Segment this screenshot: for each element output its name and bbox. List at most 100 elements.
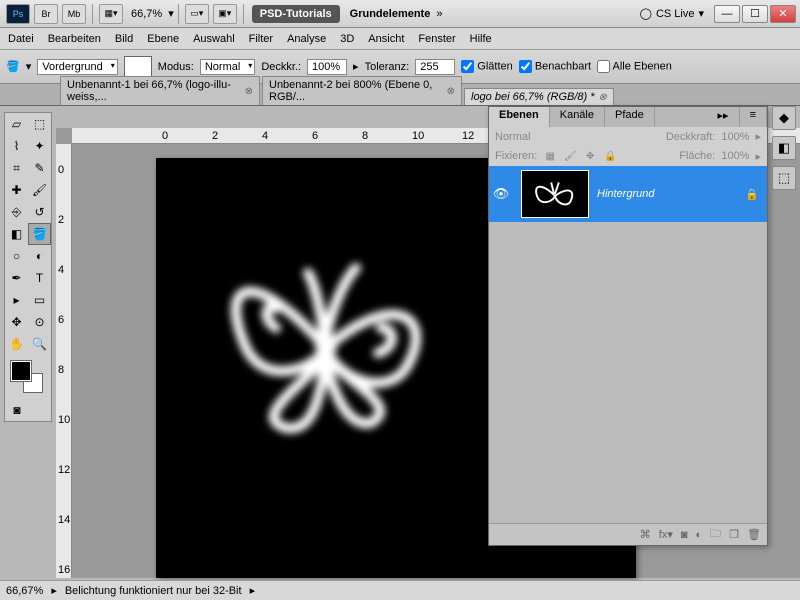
- pattern-swatch[interactable]: [124, 56, 152, 78]
- type-tool[interactable]: T: [28, 267, 51, 289]
- menu-hilfe[interactable]: Hilfe: [470, 33, 492, 45]
- menu-analyse[interactable]: Analyse: [287, 33, 326, 45]
- history-brush-tool[interactable]: ↺: [28, 201, 51, 223]
- lock-icon: 🔒: [745, 188, 759, 201]
- fill-label: Fläche:: [679, 150, 715, 162]
- tab-pfade[interactable]: Pfade: [605, 107, 655, 127]
- butterfly-artwork: [196, 218, 456, 458]
- panel-collapse-icon[interactable]: ▸▸: [708, 107, 740, 127]
- menu-fenster[interactable]: Fenster: [418, 33, 455, 45]
- adjustments-panel-icon[interactable]: ⬚: [772, 166, 796, 190]
- wand-tool[interactable]: ✦: [28, 135, 51, 157]
- heal-tool[interactable]: ✚: [5, 179, 28, 201]
- workspace2-button[interactable]: Grundelemente: [350, 8, 431, 20]
- contiguous-checkbox[interactable]: Benachbart: [519, 60, 591, 73]
- link-layers-icon[interactable]: ⌘: [640, 528, 651, 541]
- path-select-tool[interactable]: ▸: [5, 289, 28, 311]
- mode-dropdown[interactable]: Normal: [200, 59, 255, 75]
- move-tool[interactable]: ▱: [5, 113, 28, 135]
- 3d-camera-tool[interactable]: ⊙: [28, 311, 51, 333]
- new-layer-icon[interactable]: ❐: [729, 528, 739, 541]
- view-extras-icon[interactable]: ▦▾: [99, 4, 123, 24]
- menu-datei[interactable]: Datei: [8, 33, 34, 45]
- close-tab-icon[interactable]: ⊗: [245, 86, 253, 97]
- menu-bearbeiten[interactable]: Bearbeiten: [48, 33, 101, 45]
- menu-3d[interactable]: 3D: [340, 33, 354, 45]
- layer-fx-icon[interactable]: fx▾: [659, 528, 673, 541]
- menu-bild[interactable]: Bild: [115, 33, 133, 45]
- ps-icon[interactable]: Ps: [6, 4, 30, 24]
- close-tab-icon[interactable]: ⊗: [447, 86, 455, 97]
- layer-name[interactable]: Hintergrund: [597, 188, 745, 200]
- layers-panel: Ebenen Kanäle Pfade ▸▸ ≡ Normal Deckkraf…: [488, 106, 768, 546]
- shape-tool[interactable]: ▭: [28, 289, 51, 311]
- menu-filter[interactable]: Filter: [249, 33, 273, 45]
- zoom-tool[interactable]: 🔍: [28, 333, 51, 355]
- menu-ebene[interactable]: Ebene: [147, 33, 179, 45]
- layer-fill-input[interactable]: 100%: [721, 150, 749, 162]
- bucket-tool-icon[interactable]: 🪣: [6, 60, 20, 73]
- tolerance-input[interactable]: 255: [415, 59, 455, 75]
- 3d-tool[interactable]: ✥: [5, 311, 28, 333]
- menu-bar: Datei Bearbeiten Bild Ebene Auswahl Filt…: [0, 28, 800, 50]
- doc-tab-3[interactable]: logo bei 66,7% (RGB/8) *⊗: [464, 88, 614, 105]
- minimize-button[interactable]: —: [714, 5, 740, 23]
- lock-transparent-icon[interactable]: ▦: [543, 149, 557, 163]
- eraser-tool[interactable]: ◧: [5, 223, 28, 245]
- close-tab-icon[interactable]: ⊗: [599, 92, 607, 103]
- minibridge-icon[interactable]: Mb: [62, 4, 86, 24]
- brush-tool[interactable]: 🖌: [28, 179, 51, 201]
- more-workspaces-icon[interactable]: »: [436, 8, 442, 20]
- cslive-button[interactable]: ◯ CS Live ▾: [640, 7, 704, 20]
- pen-tool[interactable]: ✒: [5, 267, 28, 289]
- color-panel-icon[interactable]: ◆: [772, 106, 796, 130]
- maximize-button[interactable]: ☐: [742, 5, 768, 23]
- all-layers-checkbox[interactable]: Alle Ebenen: [597, 60, 672, 73]
- screenmode-icon[interactable]: ▣▾: [213, 4, 237, 24]
- workspace-button[interactable]: PSD-Tutorials: [252, 5, 340, 23]
- doc-tab-2[interactable]: Unbenannt-2 bei 800% (Ebene 0, RGB/...⊗: [262, 76, 462, 105]
- visibility-toggle-icon[interactable]: 👁: [489, 186, 513, 202]
- blend-mode-dropdown[interactable]: Normal: [495, 131, 660, 143]
- status-zoom[interactable]: 66,67%: [6, 585, 43, 597]
- bridge-icon[interactable]: Br: [34, 4, 58, 24]
- dodge-tool[interactable]: ◐: [28, 245, 51, 267]
- marquee-tool[interactable]: ⬚: [28, 113, 51, 135]
- document-tabs: Unbenannt-1 bei 66,7% (logo-illu-weiss,.…: [0, 84, 800, 106]
- delete-layer-icon[interactable]: 🗑: [747, 528, 761, 541]
- ruler-vertical[interactable]: 0246810121416: [56, 144, 72, 578]
- layer-opacity-input[interactable]: 100%: [721, 131, 749, 143]
- arrange-icon[interactable]: ▭▾: [185, 4, 209, 24]
- layer-thumbnail[interactable]: [521, 170, 589, 218]
- fill-source-dropdown[interactable]: Vordergrund: [37, 59, 118, 75]
- menu-auswahl[interactable]: Auswahl: [193, 33, 235, 45]
- close-button[interactable]: ✕: [770, 5, 796, 23]
- antialias-checkbox[interactable]: Glätten: [461, 60, 513, 73]
- toolbox: ▱⬚ ⌇✦ ⌗✎ ✚🖌 ⎆↺ ◧🪣 ○◐ ✒T ▸▭ ✥⊙ ✋🔍 ◙: [4, 112, 52, 422]
- stamp-tool[interactable]: ⎆: [5, 201, 28, 223]
- tab-ebenen[interactable]: Ebenen: [489, 107, 550, 127]
- quickmask-toggle[interactable]: ◙: [5, 399, 29, 421]
- menu-ansicht[interactable]: Ansicht: [368, 33, 404, 45]
- panel-menu-icon[interactable]: ≡: [740, 107, 767, 127]
- eyedropper-tool[interactable]: ✎: [28, 157, 51, 179]
- zoom-level[interactable]: 66,7%: [131, 8, 162, 20]
- opacity-input[interactable]: 100%: [307, 59, 347, 75]
- hand-tool[interactable]: ✋: [5, 333, 28, 355]
- blur-tool[interactable]: ○: [5, 245, 28, 267]
- lock-label: Fixieren:: [495, 150, 537, 162]
- swatches-panel-icon[interactable]: ◧: [772, 136, 796, 160]
- lock-pixels-icon[interactable]: 🖌: [563, 149, 577, 163]
- tab-kanaele[interactable]: Kanäle: [550, 107, 605, 127]
- lock-all-icon[interactable]: 🔒: [603, 149, 617, 163]
- bucket-tool[interactable]: 🪣: [28, 223, 51, 245]
- lasso-tool[interactable]: ⌇: [5, 135, 28, 157]
- crop-tool[interactable]: ⌗: [5, 157, 28, 179]
- lock-position-icon[interactable]: ✥: [583, 149, 597, 163]
- doc-tab-1[interactable]: Unbenannt-1 bei 66,7% (logo-illu-weiss,.…: [60, 76, 260, 105]
- adjustment-layer-icon[interactable]: ◐: [696, 529, 703, 541]
- layer-row[interactable]: 👁 Hintergrund 🔒: [489, 166, 767, 222]
- fg-color-swatch[interactable]: [11, 361, 31, 381]
- layer-group-icon[interactable]: 🗀: [710, 525, 721, 544]
- layer-mask-icon[interactable]: ◙: [681, 529, 688, 541]
